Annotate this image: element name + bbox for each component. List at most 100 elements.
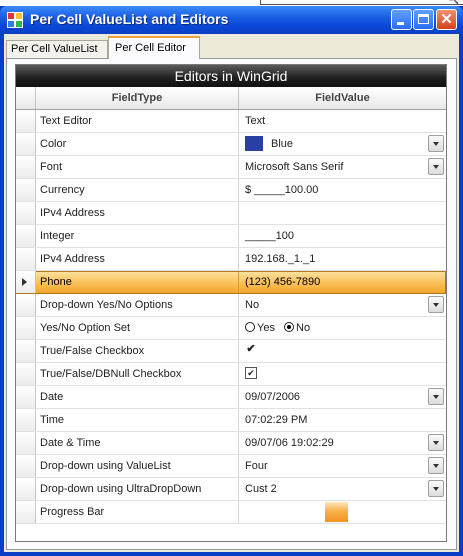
field-type-cell: IPv4 Address <box>36 202 239 224</box>
grid-header: FieldType FieldValue <box>16 87 446 110</box>
row-selector[interactable] <box>16 409 36 431</box>
table-row[interactable]: Date 09/07/2006 <box>16 386 446 409</box>
table-row[interactable]: True/False Checkbox ✔ <box>16 340 446 363</box>
table-row[interactable]: IPv4 Address <box>16 202 446 225</box>
table-row[interactable]: Color Blue <box>16 133 446 156</box>
field-value-cell[interactable] <box>239 501 446 523</box>
table-row[interactable]: IPv4 Address 192.168._1._1 <box>16 248 446 271</box>
field-value-cell[interactable]: Yes No <box>239 317 446 339</box>
dropdown-arrow-icon[interactable] <box>428 135 444 152</box>
field-type-cell: Text Editor <box>36 110 239 132</box>
table-row[interactable]: Currency $ _____100.00 <box>16 179 446 202</box>
header-row-selector[interactable] <box>16 87 36 109</box>
background-window-frame: 🔍 <box>260 0 463 5</box>
table-row[interactable]: Progress Bar <box>16 501 446 524</box>
field-value-cell[interactable]: No <box>239 294 446 316</box>
checkbox-checked-icon[interactable]: ✔ <box>245 367 257 380</box>
window-title: Per Cell ValueList and Editors <box>30 11 229 27</box>
field-value-cell[interactable]: ✔ <box>239 363 446 385</box>
row-selector[interactable] <box>16 271 36 293</box>
row-selector[interactable] <box>16 340 36 362</box>
tab-per-cell-editor[interactable]: Per Cell Editor <box>108 36 200 59</box>
row-selector[interactable] <box>16 133 36 155</box>
currency-value: $ _____100.00 <box>245 184 319 196</box>
field-type-cell: Drop-down using UltraDropDown <box>36 478 239 500</box>
field-value-cell[interactable]: 192.168._1._1 <box>239 248 446 270</box>
field-type-cell: Currency <box>36 179 239 201</box>
table-row[interactable]: Font Microsoft Sans Serif <box>16 156 446 179</box>
row-selector[interactable] <box>16 501 36 523</box>
maximize-icon <box>418 14 429 24</box>
column-header-fieldtype[interactable]: FieldType <box>36 87 239 109</box>
field-type-cell: Time <box>36 409 239 431</box>
dropdown-arrow-icon[interactable] <box>428 158 444 175</box>
table-row[interactable]: Integer _____100 <box>16 225 446 248</box>
datetime-value: 09/07/06 19:02:29 <box>245 437 334 449</box>
color-swatch <box>245 135 263 151</box>
field-value-cell[interactable]: ✔ <box>239 340 446 362</box>
field-value-cell[interactable]: Cust 2 <box>239 478 446 500</box>
field-value-cell[interactable]: Text <box>239 110 446 132</box>
minimize-icon <box>397 22 404 25</box>
row-selector[interactable] <box>16 156 36 178</box>
title-bar[interactable]: Per Cell ValueList and Editors ✕ <box>0 6 463 34</box>
tab-per-cell-valuelist[interactable]: Per Cell ValueList <box>6 40 108 58</box>
row-selector[interactable] <box>16 478 36 500</box>
radio-yes[interactable] <box>245 322 255 333</box>
column-header-fieldvalue[interactable]: FieldValue <box>239 87 446 109</box>
field-type-cell: Drop-down using ValueList <box>36 455 239 477</box>
table-row[interactable]: True/False/DBNull Checkbox ✔ <box>16 363 446 386</box>
row-selector[interactable] <box>16 317 36 339</box>
table-row[interactable]: Yes/No Option Set Yes No <box>16 317 446 340</box>
field-type-cell: Color <box>36 133 239 155</box>
row-selector[interactable] <box>16 294 36 316</box>
time-value: 07:02:29 PM <box>245 414 308 426</box>
row-selector[interactable] <box>16 386 36 408</box>
radio-no-label: No <box>296 322 311 334</box>
row-selector[interactable] <box>16 363 36 385</box>
row-selector[interactable] <box>16 455 36 477</box>
table-row[interactable]: Drop-down using UltraDropDown Cust 2 <box>16 478 446 501</box>
table-row[interactable]: Time 07:02:29 PM <box>16 409 446 432</box>
field-type-cell: Date <box>36 386 239 408</box>
row-selector[interactable] <box>16 225 36 247</box>
table-row[interactable]: Text Editor Text <box>16 110 446 133</box>
row-selector[interactable] <box>16 432 36 454</box>
window-client-area: Per Cell ValueList Per Cell Editor Edito… <box>4 34 459 552</box>
field-value-cell[interactable]: Microsoft Sans Serif <box>239 156 446 178</box>
table-row[interactable]: Drop-down using ValueList Four <box>16 455 446 478</box>
close-button[interactable]: ✕ <box>436 9 457 30</box>
table-row[interactable]: Date & Time 09/07/06 19:02:29 <box>16 432 446 455</box>
field-value-cell[interactable]: Blue <box>239 133 446 155</box>
field-type-cell: Phone <box>36 271 239 293</box>
editors-grid: Editors in WinGrid FieldType FieldValue … <box>15 64 447 542</box>
dropdown-arrow-icon[interactable] <box>428 434 444 451</box>
field-value-cell[interactable]: 09/07/2006 <box>239 386 446 408</box>
dropdown-arrow-icon[interactable] <box>428 388 444 405</box>
dropdown-arrow-icon[interactable] <box>428 457 444 474</box>
row-selector[interactable] <box>16 110 36 132</box>
field-value-cell[interactable]: $ _____100.00 <box>239 179 446 201</box>
table-row-active[interactable]: Phone (123) 456-7890 <box>16 271 446 294</box>
radio-no[interactable] <box>284 322 295 333</box>
field-value-cell[interactable] <box>239 202 446 224</box>
row-selector[interactable] <box>16 202 36 224</box>
minimize-button[interactable] <box>391 9 412 30</box>
field-value-cell[interactable]: (123) 456-7890 <box>239 271 446 293</box>
ipv4-value: 192.168._1._1 <box>245 253 316 265</box>
dropdown-arrow-icon[interactable] <box>428 296 444 313</box>
background-window-icon: 🔍 <box>447 0 459 5</box>
dropdown-arrow-icon[interactable] <box>428 480 444 497</box>
row-selector[interactable] <box>16 179 36 201</box>
field-value-cell[interactable]: _____100 <box>239 225 446 247</box>
field-value-cell[interactable]: Four <box>239 455 446 477</box>
field-type-cell: True/False/DBNull Checkbox <box>36 363 239 385</box>
row-selector[interactable] <box>16 248 36 270</box>
field-value-cell[interactable]: 07:02:29 PM <box>239 409 446 431</box>
checkbox-checked-icon[interactable]: ✔ <box>245 344 257 356</box>
text-editor-value: Text <box>245 115 266 127</box>
table-row[interactable]: Drop-down Yes/No Options No <box>16 294 446 317</box>
app-grid-icon <box>7 12 23 28</box>
field-value-cell[interactable]: 09/07/06 19:02:29 <box>239 432 446 454</box>
maximize-button[interactable] <box>413 9 434 30</box>
